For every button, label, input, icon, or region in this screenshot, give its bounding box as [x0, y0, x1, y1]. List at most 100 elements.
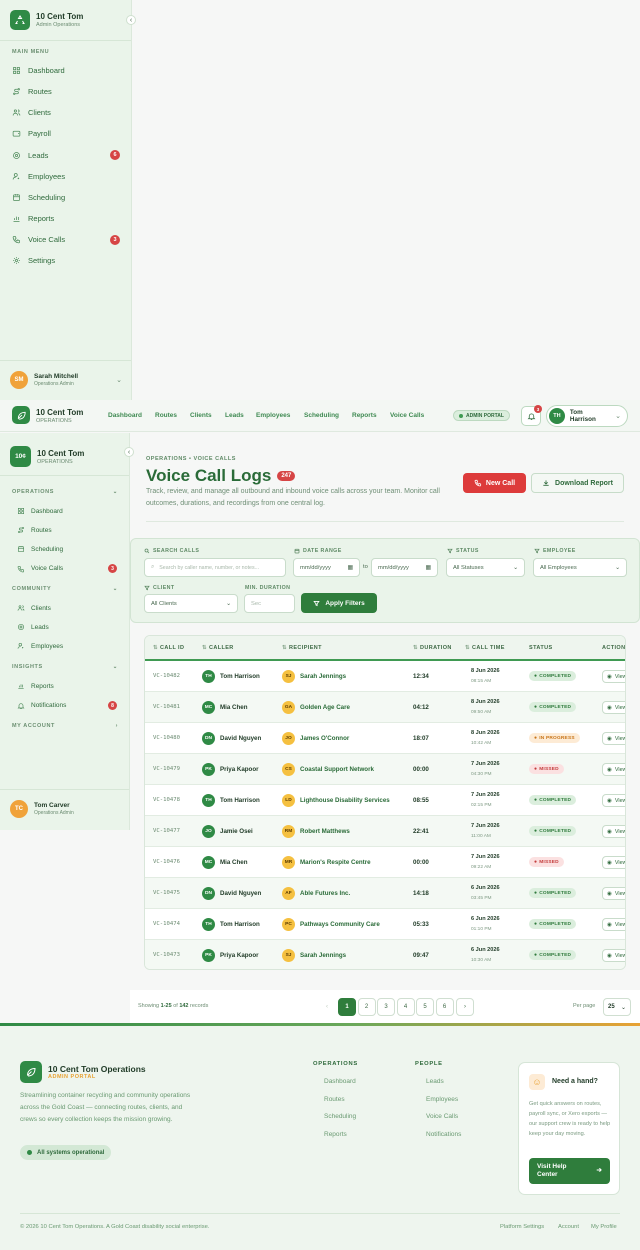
- sidebar-item-scheduling[interactable]: Scheduling: [12, 193, 120, 202]
- nav-link-employees[interactable]: Employees: [256, 412, 290, 419]
- footer-link-employees[interactable]: Employees: [426, 1096, 458, 1103]
- footer-link-notifications[interactable]: Notifications: [426, 1131, 461, 1138]
- footer-link-scheduling[interactable]: Scheduling: [324, 1113, 356, 1120]
- per-page-select[interactable]: 25 ⌄: [603, 998, 631, 1016]
- footer-link-leads[interactable]: Leads: [426, 1078, 444, 1085]
- view-button[interactable]: ◉ View: [602, 949, 625, 962]
- brand[interactable]: 10¢ 10 Cent Tom OPERATIONS: [10, 446, 84, 467]
- page-button-4[interactable]: 4: [396, 998, 415, 1016]
- nav-link-scheduling[interactable]: Scheduling: [304, 412, 339, 419]
- apply-filters-button[interactable]: Apply Filters: [301, 593, 377, 613]
- footer-link-routes[interactable]: Routes: [324, 1096, 345, 1103]
- view-button[interactable]: ◉ View: [602, 887, 625, 900]
- new-call-button[interactable]: New Call: [463, 473, 526, 493]
- footer-link-voice-calls[interactable]: Voice Calls: [426, 1113, 458, 1120]
- sidebar-item-settings[interactable]: Settings: [12, 256, 120, 265]
- column-header-recipient[interactable]: ⇅ RECIPIENT: [282, 645, 322, 651]
- leaf-logo-icon[interactable]: [12, 406, 30, 424]
- view-button[interactable]: ◉ View: [602, 701, 625, 714]
- column-header-status[interactable]: STATUS: [529, 645, 553, 651]
- table-row[interactable]: VC-10478 TH Tom Harrison LD Lighthouse Disab…: [145, 785, 625, 816]
- nav-link-leads[interactable]: Leads: [225, 412, 244, 419]
- footer-bottom-link-platform-settings[interactable]: Platform Settings: [500, 1224, 544, 1230]
- sidebar-item-clients[interactable]: Clients: [17, 604, 117, 612]
- nav-link-reports[interactable]: Reports: [352, 412, 377, 419]
- view-button[interactable]: ◉ View: [602, 670, 625, 683]
- column-header-actions[interactable]: ACTIONS: [602, 645, 625, 651]
- footer-bottom-link-my-profile[interactable]: My Profile: [591, 1224, 617, 1230]
- collapse-sidebar-button[interactable]: ‹: [126, 15, 136, 25]
- nav-link-clients[interactable]: Clients: [190, 412, 212, 419]
- search-input[interactable]: ⌕ Search by caller name, number, or notes…: [144, 558, 286, 577]
- page-button-5[interactable]: 5: [416, 998, 434, 1016]
- table-row[interactable]: VC-10477 JO Jamie Osei RM Robert Matthews 22:…: [145, 816, 625, 847]
- table-row[interactable]: VC-10479 PK Priya Kapoor CS Coastal Support …: [145, 754, 625, 785]
- view-button[interactable]: ◉ View: [602, 918, 625, 931]
- brand[interactable]: 10 Cent Tom Admin Operations: [10, 10, 83, 30]
- page-button-1[interactable]: 1: [338, 998, 356, 1016]
- page-button-2[interactable]: 2: [357, 998, 376, 1016]
- visit-help-center-button[interactable]: Visit Help Center ➔: [529, 1158, 610, 1184]
- sidebar-item-leads[interactable]: Leads 6: [12, 150, 120, 161]
- sidebar-item-dashboard[interactable]: Dashboard: [12, 66, 120, 75]
- column-header-caller[interactable]: ⇅ CALLER: [202, 645, 234, 651]
- recipient-avatar: SJ: [282, 949, 295, 962]
- footer-link-dashboard[interactable]: Dashboard: [324, 1078, 356, 1085]
- download-report-button[interactable]: Download Report: [531, 473, 624, 493]
- nav-link-dashboard[interactable]: Dashboard: [108, 412, 142, 419]
- view-button[interactable]: ◉ View: [602, 794, 625, 807]
- table-row[interactable]: VC-10475 DN David Nguyen AF Able Futures Inc…: [145, 878, 625, 909]
- sidebar-item-reports[interactable]: Reports: [12, 214, 120, 223]
- section-operations[interactable]: OPERATIONS ⌄: [12, 489, 118, 495]
- sidebar-item-routes[interactable]: Routes: [17, 526, 117, 534]
- section-insights[interactable]: INSIGHTS ⌄: [12, 664, 118, 670]
- user-menu[interactable]: SM Sarah Mitchell Operations Admin ⌄: [10, 371, 122, 389]
- view-button[interactable]: ◉ View: [602, 732, 625, 745]
- header-user-menu[interactable]: TH Tom Harrison ⌄: [546, 405, 628, 427]
- call-time: 10:42 AM: [471, 741, 492, 746]
- status-badge: ● COMPLETED: [529, 671, 577, 681]
- date-to-input[interactable]: mm/dd/yyyy ▦: [371, 558, 438, 577]
- table-row[interactable]: VC-10473 PK Priya Kapoor SJ Sarah Jennings 09…: [145, 940, 625, 969]
- sidebar-item-employees[interactable]: Employees: [12, 172, 120, 181]
- sidebar-item-leads[interactable]: Leads: [17, 623, 117, 631]
- prev-page-button[interactable]: ‹: [318, 998, 336, 1016]
- sidebar-item-payroll[interactable]: Payroll: [12, 129, 120, 138]
- next-page-button[interactable]: ›: [456, 998, 474, 1016]
- sidebar-item-notifications[interactable]: Notifications 8: [17, 701, 117, 710]
- sidebar-item-voice-calls[interactable]: Voice Calls 3: [17, 564, 117, 573]
- nav-link-routes[interactable]: Routes: [155, 412, 177, 419]
- duration-input[interactable]: Sec: [244, 594, 295, 613]
- sidebar-item-dashboard[interactable]: Dashboard: [17, 507, 117, 515]
- table-row[interactable]: VC-10474 TH Tom Harrison PC Pathways Communi…: [145, 909, 625, 940]
- user-menu[interactable]: TC Tom Carver Operations Admin: [10, 800, 74, 818]
- view-button[interactable]: ◉ View: [602, 825, 625, 838]
- section-my-account[interactable]: MY ACCOUNT ›: [12, 723, 118, 729]
- sidebar-item-scheduling[interactable]: Scheduling: [17, 545, 117, 553]
- table-row[interactable]: VC-10480 DN David Nguyen JO James O'Connor 18…: [145, 723, 625, 754]
- table-row[interactable]: VC-10481 MC Mia Chen GA Golden Age Care 04:12…: [145, 692, 625, 723]
- sidebar-item-employees[interactable]: Employees: [17, 642, 117, 650]
- column-header-duration[interactable]: ⇅ DURATION: [413, 645, 452, 651]
- employee-select[interactable]: All Employees ⌄: [533, 558, 627, 577]
- section-community[interactable]: COMMUNITY ⌄: [12, 586, 118, 592]
- client-select[interactable]: All Clients ⌄: [144, 594, 238, 613]
- table-row[interactable]: VC-10482 TH Tom Harrison SJ Sarah Jennings 12…: [145, 661, 625, 692]
- date-from-input[interactable]: mm/dd/yyyy ▦: [293, 558, 360, 577]
- status-select[interactable]: All Statuses ⌄: [446, 558, 525, 577]
- sidebar-item-reports[interactable]: Reports: [17, 682, 117, 690]
- page-button-3[interactable]: 3: [377, 998, 395, 1016]
- footer-link-reports[interactable]: Reports: [324, 1131, 347, 1138]
- table-row[interactable]: VC-10476 MC Mia Chen MR Marion's Respite Cen…: [145, 847, 625, 878]
- view-button[interactable]: ◉ View: [602, 856, 625, 869]
- view-button[interactable]: ◉ View: [602, 763, 625, 776]
- column-header-call-id[interactable]: ⇅ CALL ID: [153, 645, 184, 651]
- sidebar-item-routes[interactable]: Routes: [12, 87, 120, 96]
- sidebar-item-clients[interactable]: Clients: [12, 108, 120, 117]
- footer-bottom-link-account[interactable]: Account: [558, 1224, 579, 1230]
- sidebar-item-voice-calls[interactable]: Voice Calls 3: [12, 234, 120, 245]
- page-button-6[interactable]: 6: [435, 998, 454, 1016]
- nav-link-voice-calls[interactable]: Voice Calls: [390, 412, 424, 419]
- collapse-sidebar-button[interactable]: ‹: [124, 447, 134, 457]
- column-header-call-time[interactable]: ⇅ CALL TIME: [465, 645, 505, 651]
